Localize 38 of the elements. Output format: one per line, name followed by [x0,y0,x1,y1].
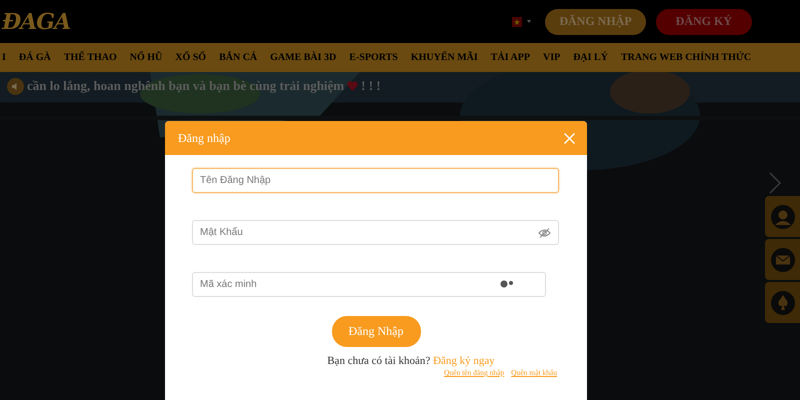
nav-item[interactable]: TẢI APP [490,52,530,63]
username-field[interactable]: Tên Đăng Nhập [192,168,559,193]
speaker-icon[interactable] [7,78,24,94]
login-button[interactable]: ĐĂNG NHẬP [545,8,646,34]
signup-link[interactable]: Đăng ký ngay [433,355,495,367]
marquee-text: ! ! ! [361,78,381,94]
flag-icon[interactable] [512,16,522,26]
modal-title: Đăng nhập [178,130,230,146]
support-agent-icon [770,204,794,228]
nav-item[interactable]: BẮN CÁ [219,52,258,63]
nav-item[interactable]: ĐÁ GÀ [18,52,51,63]
nav-item[interactable]: NỔ HŨ [130,52,162,63]
eye-slash-icon[interactable] [538,228,551,238]
marquee-text: cần lo lắng, hoan nghênh bạn và bạn bè cùng trải nghiệm [27,78,344,94]
nav-item[interactable]: KHUYẾN MÃI [410,52,478,63]
logo[interactable]: ĐAGA [2,8,70,34]
signup-prompt: Bạn chưa có tài khoản? [327,355,430,367]
nav-item[interactable]: TRANG WEB CHÍNH THỨC [620,52,752,63]
caret-icon[interactable] [527,20,532,23]
register-button[interactable]: ĐĂNG KÝ [656,8,752,34]
mail-button[interactable] [765,239,800,280]
nav-item[interactable]: I [2,52,6,63]
mail-icon [770,248,794,272]
nav-item[interactable]: E-SPORTS [349,52,398,63]
captcha-field[interactable]: Mã xác minh [192,272,546,297]
loading-dots-icon [500,280,514,288]
nav-item[interactable]: XỔ SỐ [175,52,206,63]
password-field[interactable]: Mật Khẩu [192,220,559,245]
nav-item[interactable]: ĐẠI LÝ [573,52,608,63]
cards-button[interactable] [765,282,800,323]
nav-item[interactable]: VIP [542,52,560,63]
nav-item[interactable]: THỂ THAO [64,52,117,63]
nav-item[interactable]: GAME BÀI 3D [270,52,336,63]
support-button[interactable] [765,196,800,237]
close-icon[interactable] [564,132,575,144]
login-submit-button[interactable]: Đăng Nhập [332,316,420,347]
spade-icon [770,290,794,314]
heart-icon [347,81,358,91]
